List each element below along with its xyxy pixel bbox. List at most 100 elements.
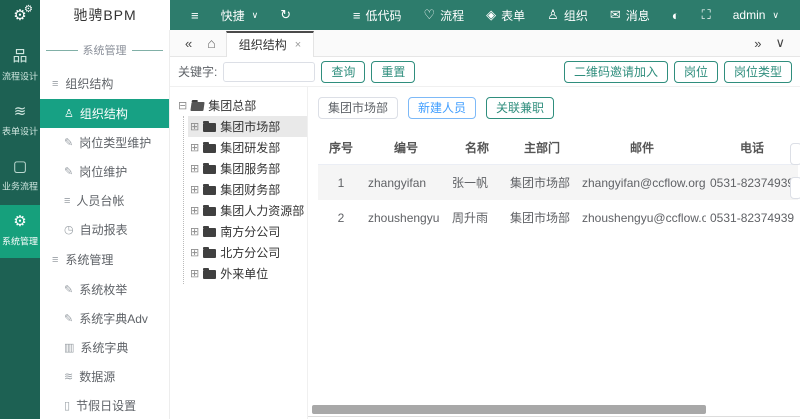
tree-node-label: 集团人力资源部 [220, 204, 305, 218]
expand-icon[interactable]: ⊞ [190, 246, 199, 259]
current-dept-button[interactable]: 集团市场部 [318, 97, 399, 119]
new-person-button[interactable]: 新建人员 [408, 97, 477, 119]
expand-icon[interactable]: ⊞ [190, 204, 199, 217]
tabs-scroll-right-icon[interactable]: » [749, 36, 766, 51]
menu-item-sys-dict-adv[interactable]: ✎ 系统字典Adv [40, 304, 169, 333]
clock-icon: ◷ [64, 224, 74, 236]
tree-node-service[interactable]: ⊞ 集团服务部 [188, 158, 307, 179]
refresh-icon: ↻ [280, 7, 292, 22]
cell-no: zhangyifan [368, 175, 427, 190]
expand-icon[interactable]: ⊞ [190, 267, 199, 280]
menu-item-label: 自动报表 [79, 223, 128, 237]
quick-menu-label: 快捷 [220, 8, 245, 23]
list-icon: ≡ [52, 77, 59, 90]
table-row[interactable]: 1 zhangyifan 张一帆 集团市场部 zhangyifan@ccflow… [318, 164, 798, 200]
menu-item-holiday[interactable]: ▯ 节假日设置 [40, 391, 169, 419]
topnav: ≡ 快捷 ∨ ↻ ≡ 低代码 ♡ 流程 ◈ 表单 ♙ 组织 ✉ 消息 ◐ ⛶ a… [170, 0, 800, 30]
menu-item-auto-report[interactable]: ◷ 自动报表 [40, 215, 169, 244]
chevron-down-icon: ∨ [772, 9, 779, 20]
username: admin [732, 8, 766, 22]
scrollbar-thumb[interactable] [312, 405, 706, 414]
diamond-icon: ◈ [486, 7, 497, 22]
fullscreen-icon: ⛶ [701, 7, 711, 22]
tab-org-structure[interactable]: 组织结构 × [225, 30, 315, 57]
menu-group-system[interactable]: ≡ 系统管理 [40, 244, 169, 275]
tree-node-label: 外来单位 [220, 267, 269, 281]
rail-label: 流程设计 [2, 72, 38, 83]
qr-invite-button[interactable]: 二维码邀请加入 [563, 60, 668, 83]
rail-item-form-design[interactable]: ≋ 表单设计 [0, 95, 40, 148]
nav-message[interactable]: ✉ 消息 [601, 0, 659, 30]
menu-item-sys-dict[interactable]: ▥ 系统字典 [40, 333, 169, 362]
post-type-button[interactable]: 岗位类型 [723, 60, 792, 83]
tree-node-external[interactable]: ⊞ 外来单位 [188, 263, 307, 284]
content-area: « ⌂ 组织结构 × » ∨ 关键字: 查询 重置 二维码邀请加入 岗位 岗位类… [170, 30, 800, 419]
pencil-icon: ✎ [64, 166, 74, 178]
menu-item-label: 人员台帐 [76, 194, 125, 208]
row-action-button-clipped[interactable] [790, 177, 800, 199]
app-logo[interactable]: ⚙ ⚙ [0, 0, 40, 30]
tree-root-node[interactable]: ⊟ 集团总部 [176, 95, 307, 116]
expand-icon[interactable]: ⊞ [190, 141, 199, 154]
fullscreen-button[interactable]: ⛶ [693, 0, 720, 30]
tree-node-rnd[interactable]: ⊞ 集团研发部 [188, 137, 307, 158]
expand-icon[interactable]: ⊞ [190, 120, 199, 133]
user-menu[interactable]: admin ∨ [724, 0, 788, 30]
folder-icon [203, 142, 217, 153]
tree-node-south-branch[interactable]: ⊞ 南方分公司 [188, 221, 307, 242]
menu-item-label: 系统字典 [80, 341, 129, 355]
tree-node-north-branch[interactable]: ⊞ 北方分公司 [188, 242, 307, 263]
sidebar-header-label: 系统管理 [82, 45, 127, 57]
close-icon[interactable]: × [295, 39, 301, 51]
tabs-menu-icon[interactable]: ∨ [770, 35, 790, 51]
tree-node-hr[interactable]: ⊞ 集团人力资源部 [188, 200, 307, 221]
cell-no: zhoushengyu [368, 210, 440, 225]
tree-node-finance[interactable]: ⊞ 集团财务部 [188, 179, 307, 200]
post-button[interactable]: 岗位 [673, 60, 718, 83]
list-icon: ≡ [52, 253, 59, 266]
refresh-button[interactable]: ↻ [271, 0, 300, 30]
sidebar-collapse-button[interactable]: ≡ [182, 0, 208, 30]
row-action-button-clipped[interactable] [790, 143, 800, 165]
nav-org[interactable]: ♙ 组织 [538, 0, 597, 30]
keyword-label: 关键字: [178, 65, 218, 79]
link-parttime-button[interactable]: 关联兼职 [486, 97, 555, 119]
menu-item-org-structure[interactable]: ♙ 组织结构 [40, 99, 169, 128]
cell-name: 周升雨 [452, 211, 489, 225]
col-header-no: 编号 [364, 131, 448, 165]
table-header-row: 序号 编号 名称 主部门 邮件 电话 [318, 131, 798, 165]
expand-icon[interactable]: ⊞ [190, 162, 199, 175]
nav-flow[interactable]: ♡ 流程 [414, 0, 473, 30]
tabs-scroll-left-icon[interactable]: « [180, 36, 197, 51]
tree-node-marketing[interactable]: ⊞ 集团市场部 [188, 116, 307, 137]
nav-flow-label: 流程 [440, 8, 465, 23]
rail-item-system-admin[interactable]: ⚙ 系统管理 [0, 205, 40, 258]
menu-item-label: 岗位类型维护 [79, 136, 152, 150]
quick-menu[interactable]: 快捷 ∨ [212, 0, 268, 30]
nav-form[interactable]: ◈ 表单 [477, 0, 534, 30]
menu-item-post-maintain[interactable]: ✎ 岗位维护 [40, 157, 169, 186]
collapse-icon[interactable]: ⊟ [178, 99, 187, 112]
org-tree: ⊟ 集团总部 ⊞ 集团市场部 ⊞ 集团研发部 ⊞ 集团服务部 ⊞ 集团财务部 ⊞… [170, 87, 308, 419]
horizontal-scrollbar[interactable] [308, 405, 800, 414]
menu-item-sys-enum[interactable]: ✎ 系统枚举 [40, 275, 169, 304]
table-row[interactable]: 2 zhoushengyu 周升雨 集团市场部 zhoushengyu@ccfl… [318, 200, 798, 235]
keyword-input[interactable] [223, 61, 316, 82]
menu-item-post-type[interactable]: ✎ 岗位类型维护 [40, 128, 169, 157]
menu-item-personnel[interactable]: ≡ 人员台帐 [40, 186, 169, 215]
menu-group-org[interactable]: ≡ 组织结构 [40, 68, 169, 99]
menu-item-datasource[interactable]: ≋ 数据源 [40, 362, 169, 391]
search-toolbar: 关键字: 查询 重置 二维码邀请加入 岗位 岗位类型 [170, 57, 800, 87]
rail-item-flow-design[interactable]: 品 流程设计 [0, 40, 40, 93]
rail-item-business-flow[interactable]: ▢ 业务流程 [0, 150, 40, 203]
list-icon: ≡ [64, 194, 71, 207]
theme-button[interactable]: ◐ [663, 0, 689, 30]
reset-button[interactable]: 重置 [371, 60, 416, 83]
expand-icon[interactable]: ⊞ [190, 225, 199, 238]
palette-icon: ◐ [671, 7, 680, 23]
search-button[interactable]: 查询 [321, 60, 366, 83]
expand-icon[interactable]: ⊞ [190, 183, 199, 196]
action-row: 集团市场部 新建人员 关联兼职 [318, 97, 800, 119]
nav-lowcode[interactable]: ≡ 低代码 [344, 0, 411, 30]
home-icon[interactable]: ⌂ [201, 35, 221, 51]
